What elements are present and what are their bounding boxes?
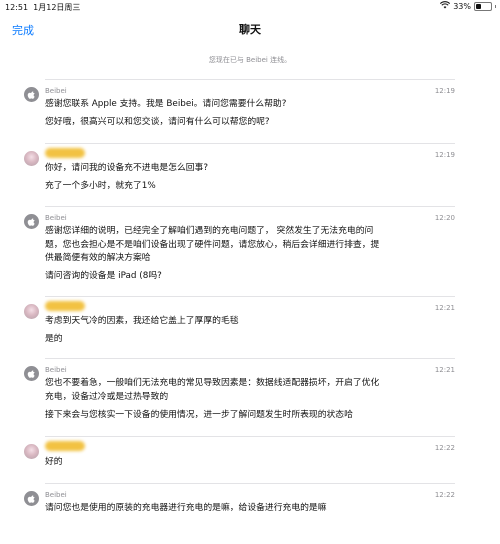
nav-bar: 完成 聊天 [0,14,500,44]
message-text: 感谢您详细的说明，已经完全了解咱们遇到的充电问题了， 突然发生了无法充电的问 [45,226,374,236]
message-text: 题，您也会担心是不是咱们设备出现了硬件问题，请您放心，稍后会详细进行排查，提 [45,240,380,250]
message-text: 您好哦，很高兴可以和您交谈，请问有什么可以帮您的呢? [45,117,270,127]
message-item: 12:19 你好，请问我的设备充不进电是怎么回事? 充了一个多小时，就充了1% [24,143,455,204]
message-item: Beibei 12:19 感谢您联系 Apple 支持。我是 Beibei。请问您需… [24,79,455,140]
message-text: 感谢您联系 Apple 支持。我是 Beibei。请问您需要什么帮助? [45,99,287,109]
message-item: 12:21 考虑到天气冷的因素，我还给它盖上了厚厚的毛毯 是的 [24,296,455,357]
user-avatar [24,304,39,319]
message-item: Beibei 12:21 您也不要着急，一般咱们无法充电的常见导致因素是：数据线适配… [24,358,455,420]
page-title: 聊天 [239,23,261,36]
sender-name: Beibei [45,214,67,222]
message-time: 12:19 [434,151,455,159]
message-text: 充了一个多小时，就充了1% [45,181,156,191]
apple-logo-icon [24,87,39,102]
message-text: 你好，请问我的设备充不进电是怎么回事? [45,163,209,173]
battery-icon [474,1,492,11]
sender-name-redacted [45,148,85,158]
message-text: 好的 [45,457,63,467]
message-time: 12:21 [434,366,455,374]
wifi-icon [440,1,451,11]
message-time: 12:21 [434,304,455,312]
message-text: 接下来会与您核实一下设备的使用情况，进一步了解问题发生时所表现的状态哈 [45,410,353,420]
message-time: 12:19 [434,87,455,95]
message-text: 请问咨询的设备是 iPad (8吗? [45,271,162,281]
user-avatar [24,444,39,459]
battery-percent: 33% [453,1,471,11]
message-text: 您也不要着急，一般咱们无法充电的常见导致因素是：数据线适配器损坏，开启了优化 [45,378,380,388]
sender-name-redacted [45,441,85,451]
message-text: 供最简便有效的解决方案哈 [45,253,151,263]
message-text: 充电，设备过冷或是过热导致的 [45,392,169,402]
user-avatar [24,151,39,166]
apple-logo-icon [24,366,39,381]
message-time: 12:22 [434,491,455,499]
sender-name-redacted [45,301,85,311]
status-indicators: 33% [440,1,496,11]
status-bar: 12:51 1月12日周三 33% [0,0,500,14]
message-time: 12:20 [434,214,455,222]
message-item: Beibei 12:22 请问您也是使用的原装的充电器进行充电的是嘛，给设备进行充电… [24,483,455,544]
apple-logo-icon [24,214,39,229]
message-time: 12:22 [434,444,455,452]
message-text: 是的 [45,334,63,344]
message-text: 考虑到天气冷的因素，我还给它盖上了厚厚的毛毯 [45,316,239,326]
message-item: Beibei 12:20 感谢您详细的说明，已经完全了解咱们遇到的充电问题了， 突然… [24,206,455,281]
sender-name: Beibei [45,366,67,374]
message-text: 请问您也是使用的原装的充电器进行充电的是嘛，给设备进行充电的是嘛 [45,503,327,513]
status-date: 1月12日周三 [33,3,81,12]
connection-notice: 您现在已与 Beibei 连线。 [208,56,292,64]
sender-name: Beibei [45,87,67,95]
sender-name: Beibei [45,491,67,499]
status-time: 12:51 1月12日周三 [5,3,81,12]
apple-logo-icon [24,491,39,506]
